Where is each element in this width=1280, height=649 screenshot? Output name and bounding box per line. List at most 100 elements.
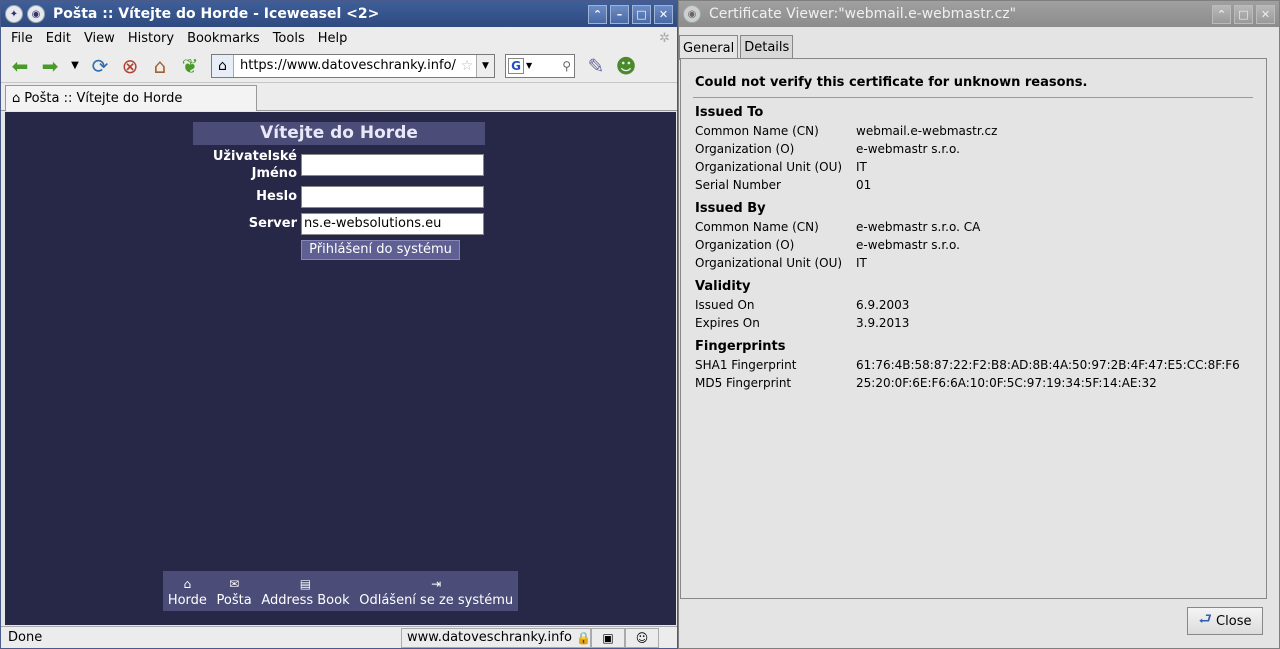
browser-titlebar[interactable]: ✦ ◉ Pošta :: Vítejte do Horde - Icewease… [1,1,677,27]
stop-icon[interactable]: ⊗ [115,52,145,80]
window-menu-icon[interactable]: ◉ [683,5,701,23]
close-button[interactable]: ✕ [654,4,673,24]
cert-window-title: Certificate Viewer:"webmail.e-webmastr.c… [709,6,1017,22]
footer-address-book[interactable]: ▤ Address Book [261,577,349,608]
password-input[interactable] [301,186,484,208]
footer-horde[interactable]: ⌂ Horde [168,577,207,608]
menu-history[interactable]: History [128,31,174,46]
login-button[interactable]: Přihlášení do systému [301,240,460,260]
field-value: e-webmastr s.r.o. [856,238,960,252]
certificate-viewer-window: ◉ Certificate Viewer:"webmail.e-webmastr… [678,0,1280,649]
cert-close-window-button[interactable]: ✕ [1256,4,1275,24]
field-value: 25:20:0F:6E:F6:6A:10:0F:5C:97:19:34:5F:1… [856,376,1157,390]
leaf-icon[interactable]: ❦ [175,52,205,80]
google-icon[interactable]: G [508,57,524,74]
validity-heading: Validity [695,279,751,294]
footer-logout[interactable]: ⇥ Odlášení se ze systému [359,577,513,608]
footer-address-book-label: Address Book [261,593,350,608]
field-label: SHA1 Fingerprint [695,358,797,372]
url-bar[interactable]: ⌂ https://www.datoveschranky.info/ ☆ ▼ [211,53,495,78]
menu-file[interactable]: File [11,31,33,46]
field-label: Expires On [695,316,760,330]
minimize-button[interactable]: – [610,4,629,24]
footer-logout-label: Odlášení se ze systému [359,593,514,608]
footer-nav: ⌂ Horde ✉ Pošta ▤ Address Book ⇥ Odlášen… [163,571,518,611]
shade-button[interactable]: ⌃ [588,4,607,24]
md5-row: MD5 Fingerprint 25:20:0F:6E:F6:6A:10:0F:… [695,376,1157,390]
maximize-button[interactable]: □ [632,4,651,24]
password-label: Heslo [256,189,297,204]
footer-horde-label: Horde [167,593,207,608]
expires-on-row: Expires On 3.9.2013 [695,316,909,330]
back-icon[interactable]: ⬅ [5,52,35,80]
field-label: Serial Number [695,178,781,192]
issued-by-o-row: Organization (O) e-webmastr s.r.o. [695,238,960,252]
history-dropdown-icon[interactable]: ▼ [65,52,85,80]
extension-icon[interactable]: ✎ [581,52,611,80]
field-label: Organization (O) [695,142,795,156]
close-dialog-button[interactable]: ⮐ Close [1187,607,1263,635]
home-icon[interactable]: ⌂ [145,52,175,80]
greasemonkey-icon[interactable]: ☻ [611,52,641,80]
menu-edit[interactable]: Edit [46,31,71,46]
url-text[interactable]: https://www.datoveschranky.info/ [234,58,458,73]
field-label: Organization (O) [695,238,795,252]
cert-shade-button[interactable]: ⌃ [1212,4,1231,24]
field-label: Issued On [695,298,755,312]
field-value: webmail.e-webmastr.cz [856,124,998,138]
page-content: Vítejte do Horde Uživatelské Jméno Heslo… [5,112,676,625]
tab-home-icon: ⌂ [12,91,21,106]
menu-bookmarks[interactable]: Bookmarks [187,31,260,46]
throbber-icon: ✲ [659,30,670,46]
field-label: Organizational Unit (OU) [695,256,843,270]
field-value: e-webmastr s.r.o. [856,142,960,156]
menu-view[interactable]: View [84,31,115,46]
status-text: Done [8,630,43,645]
field-value: 01 [856,178,872,192]
tab-posta[interactable]: ⌂ Pošta :: Vítejte do Horde [5,85,257,111]
status-bar: Done www.datoveschranky.info 🔒 ▣ ☺ [1,626,677,648]
field-value: IT [856,256,867,270]
status-security-url[interactable]: www.datoveschranky.info 🔒 [401,627,591,648]
site-home-icon[interactable]: ⌂ [212,54,234,77]
username-label-line1: Uživatelské [212,149,297,164]
footer-posta[interactable]: ✉ Pošta [217,577,252,608]
search-icon[interactable]: ⚲ [532,59,574,73]
footer-posta-label: Pošta [216,593,252,608]
issued-by-ou-row: Organizational Unit (OU) IT [695,256,867,270]
field-label: Common Name (CN) [695,220,819,234]
field-label: Common Name (CN) [695,124,819,138]
issued-to-cn-row: Common Name (CN) webmail.e-webmastr.cz [695,124,997,138]
forward-icon[interactable]: ➡ [35,52,65,80]
server-input[interactable]: ns.e-websolutions.eu [301,213,484,235]
issued-on-row: Issued On 6.9.2003 [695,298,909,312]
close-arrow-icon: ⮐ [1198,609,1213,628]
issued-to-serial-row: Serial Number 01 [695,178,871,192]
reload-icon[interactable]: ⟳ [85,52,115,80]
menu-tools[interactable]: Tools [273,31,305,46]
search-bar[interactable]: G ▼ ⚲ [505,53,575,78]
status-addon-icon[interactable]: ☺ [625,627,659,648]
cert-status-message: Could not verify this certificate for un… [695,75,1088,90]
tab-general[interactable]: General [679,35,739,60]
browser-window: ✦ ◉ Pošta :: Vítejte do Horde - Icewease… [0,0,678,649]
cert-maximize-button[interactable]: □ [1234,4,1253,24]
mail-icon: ✉ [229,577,240,591]
tab-details[interactable]: Details [740,35,794,59]
lock-icon[interactable]: 🔒 [576,631,591,645]
sha1-row: SHA1 Fingerprint 61:76:4B:58:87:22:F2:B8… [695,358,1240,372]
status-extension-icon[interactable]: ▣ [591,627,625,648]
menu-help[interactable]: Help [318,31,348,46]
window-menu-icon[interactable]: ◉ [27,5,45,23]
username-input[interactable] [301,154,484,176]
cert-titlebar[interactable]: ◉ Certificate Viewer:"webmail.e-webmastr… [679,1,1279,27]
server-label: Server [248,216,297,231]
field-label: MD5 Fingerprint [695,376,792,390]
field-value: 61:76:4B:58:87:22:F2:B8:AD:8B:4A:50:97:2… [856,358,1240,372]
url-dropdown-icon[interactable]: ▼ [476,54,494,77]
divider [693,97,1253,98]
issued-by-heading: Issued By [695,201,766,216]
issued-to-o-row: Organization (O) e-webmastr s.r.o. [695,142,960,156]
bookmark-star-icon[interactable]: ☆ [458,58,476,74]
status-url-text[interactable]: www.datoveschranky.info [407,630,572,645]
